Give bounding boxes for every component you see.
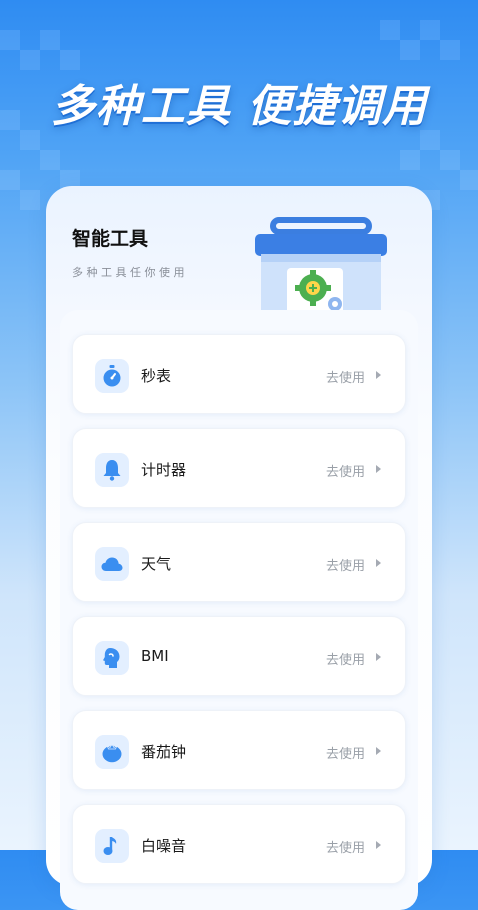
stopwatch-icon	[95, 359, 129, 393]
use-link[interactable]: 去使用	[326, 461, 365, 480]
tomato-icon	[95, 735, 129, 769]
tool-label: 白噪音	[141, 837, 187, 855]
tool-row-bmi[interactable]: BMI 去使用	[72, 616, 406, 696]
use-link[interactable]: 去使用	[326, 367, 365, 386]
music-note-icon	[95, 829, 129, 863]
chevron-right-icon	[376, 841, 381, 849]
use-link[interactable]: 去使用	[326, 649, 365, 668]
hero-title: 多种工具 便捷调用	[50, 81, 428, 132]
chevron-right-icon	[376, 465, 381, 473]
tool-row-stopwatch[interactable]: 秒表 去使用	[72, 334, 406, 414]
chevron-right-icon	[376, 371, 381, 379]
tool-label: 秒表	[141, 367, 172, 385]
tool-label: 天气	[141, 555, 172, 573]
tool-row-timer[interactable]: 计时器 去使用	[72, 428, 406, 508]
chevron-right-icon	[376, 559, 381, 567]
tool-row-white-noise[interactable]: 白噪音 去使用	[72, 804, 406, 884]
use-link[interactable]: 去使用	[326, 837, 365, 856]
use-link[interactable]: 去使用	[326, 555, 365, 574]
tool-label: 计时器	[141, 461, 187, 479]
tool-label: 番茄钟	[141, 743, 187, 761]
tool-row-weather[interactable]: 天气 去使用	[72, 522, 406, 602]
head-profile-icon	[95, 641, 129, 675]
bell-icon	[95, 453, 129, 487]
card-title: 智能工具	[72, 228, 149, 250]
tool-label: BMI	[141, 647, 169, 665]
use-link[interactable]: 去使用	[326, 743, 365, 762]
chevron-right-icon	[376, 653, 381, 661]
chevron-right-icon	[376, 747, 381, 755]
card-subtitle: 多种工具任你使用	[72, 266, 188, 279]
tool-row-pomodoro[interactable]: 番茄钟 去使用	[72, 710, 406, 790]
cloud-icon	[95, 547, 129, 581]
